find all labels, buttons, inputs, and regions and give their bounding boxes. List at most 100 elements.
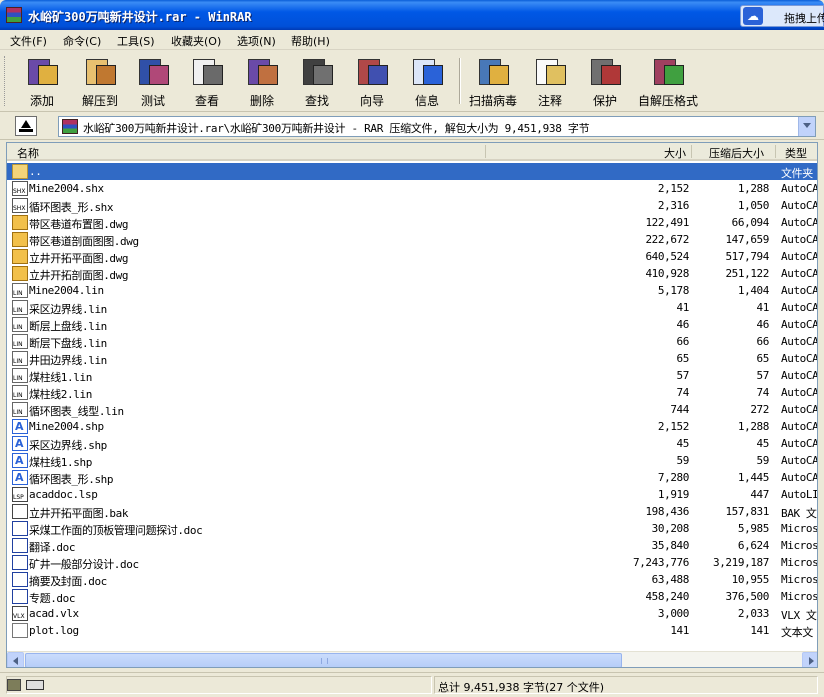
file-list[interactable]: 名称 大小 压缩后大小 类型 .. 文件夹 SHX Mine2004.shx 2,152… <box>6 142 818 668</box>
sfx-button[interactable]: 自解压格式 <box>634 53 702 109</box>
table-row[interactable]: LIN 循环图表_线型.lin 744 272 AutoCA <box>7 401 817 418</box>
drive-icon[interactable] <box>7 679 21 691</box>
table-row[interactable]: A 循环图表_形.shp 7,280 1,445 AutoCA <box>7 469 817 486</box>
delete-button[interactable]: 删除 <box>236 53 288 109</box>
lin-file-icon: LIN <box>12 300 28 315</box>
toolbar-grip[interactable] <box>4 56 7 106</box>
file-name: 采区边界线.shp <box>29 439 107 452</box>
find-button[interactable]: 查找 <box>291 53 343 109</box>
comment-button[interactable]: 注释 <box>524 53 576 109</box>
table-row[interactable]: LIN 断层下盘线.lin 66 66 AutoCA <box>7 333 817 350</box>
protect-button[interactable]: 保护 <box>579 53 631 109</box>
table-row[interactable]: LIN 断层上盘线.lin 46 46 AutoCA <box>7 316 817 333</box>
table-row[interactable]: SHX 循环图表_形.shx 2,316 1,050 AutoCA <box>7 197 817 214</box>
extract-to-button[interactable]: 解压到 <box>72 53 128 109</box>
table-row[interactable]: A 煤柱线1.shp 59 59 AutoCA <box>7 452 818 469</box>
file-icon-tag: LSP <box>13 494 24 501</box>
extract-to-button-label: 解压到 <box>81 94 118 108</box>
table-row[interactable]: 采煤工作面的顶板管理问题探讨.doc 30,208 5,985 Micros <box>7 520 817 537</box>
file-name: 井田边界线.lin <box>29 354 107 367</box>
view-button-label: 查看 <box>194 94 219 108</box>
table-row[interactable]: A 采区边界线.shp 45 45 AutoCA <box>7 435 817 452</box>
window-title: 水峪矿300万吨新井设计.rar - WinRAR <box>28 10 252 24</box>
wizard-button[interactable]: 向导 <box>346 53 398 109</box>
table-row[interactable]: LIN 煤柱线2.lin 74 74 AutoCA <box>7 384 818 401</box>
menu-favorites[interactable]: 收藏夹(O) <box>171 33 221 49</box>
winrar-app-icon[interactable] <box>6 7 22 23</box>
table-row[interactable]: .. 文件夹 <box>7 163 817 180</box>
table-row[interactable]: 矿井一般部分设计.doc 7,243,776 3,219,187 Micros <box>7 554 817 571</box>
file-packed-size: 1,404 <box>737 284 770 297</box>
test-button[interactable]: 测试 <box>127 53 179 109</box>
file-name: 立井开拓平面图.bak <box>29 507 129 520</box>
file-size: 458,240 <box>645 590 689 603</box>
file-packed-size: 1,288 <box>737 182 770 195</box>
file-packed-size: 46 <box>756 318 770 331</box>
view-button[interactable]: 查看 <box>181 53 233 109</box>
table-row[interactable]: VLX acad.vlx 3,000 2,033 VLX 文 <box>7 605 817 622</box>
table-row[interactable]: 立井开拓剖面图.dwg 410,928 251,122 AutoCA <box>7 265 817 282</box>
up-arrow-base <box>19 129 33 132</box>
table-row[interactable]: plot.log 141 141 文本文 <box>7 622 817 639</box>
file-type: AutoCA <box>781 454 818 467</box>
add-button[interactable]: 添加 <box>14 53 70 109</box>
file-size: 410,928 <box>645 267 689 280</box>
key-icon[interactable] <box>26 680 44 690</box>
table-row[interactable]: 立井开拓平面图.bak 198,436 157,831 BAK 文 <box>7 503 817 520</box>
table-row[interactable]: LIN Mine2004.lin 5,178 1,404 AutoCA <box>7 282 817 299</box>
table-row[interactable]: LIN 井田边界线.lin 65 65 AutoCA <box>7 350 817 367</box>
file-name: Mine2004.lin <box>29 284 104 297</box>
info-button[interactable]: 信息 <box>401 53 453 109</box>
file-packed-size: 45 <box>756 437 770 450</box>
horizontal-scrollbar[interactable] <box>7 651 817 667</box>
menu-tools[interactable]: 工具(S) <box>117 33 155 49</box>
table-row[interactable]: LSP acaddoc.lsp 1,919 447 AutoLI <box>7 486 817 503</box>
file-icon-tag: LIN <box>13 324 23 331</box>
chevron-down-icon <box>803 123 811 128</box>
table-row[interactable]: 专题.doc 458,240 376,500 Micros <box>7 588 817 605</box>
menu-file[interactable]: 文件(F) <box>10 33 47 49</box>
folder-up-icon <box>12 164 28 179</box>
shx-file-icon: SHX <box>12 181 28 196</box>
menu-help[interactable]: 帮助(H) <box>291 33 330 49</box>
column-header-packed[interactable]: 压缩后大小 <box>709 145 764 161</box>
column-divider[interactable] <box>485 145 486 158</box>
wizard-icon <box>352 55 392 91</box>
file-type: AutoCA <box>781 233 818 246</box>
table-row[interactable]: 翻译.doc 35,840 6,624 Micros <box>7 537 817 554</box>
scroll-left-button[interactable] <box>7 652 24 667</box>
table-row[interactable]: LIN 煤柱线1.lin 57 57 AutoCA <box>7 367 817 384</box>
up-one-level-button[interactable] <box>15 116 37 136</box>
address-dropdown-button[interactable] <box>798 117 815 136</box>
file-size: 45 <box>676 437 690 450</box>
file-icon-tag: LIN <box>13 307 23 314</box>
column-header-type[interactable]: 类型 <box>785 145 807 161</box>
file-type: AutoCA <box>781 386 818 399</box>
file-name: acad.vlx <box>29 607 79 620</box>
table-row[interactable]: 带区巷道剖面图图.dwg 222,672 147,659 AutoCA <box>7 231 818 248</box>
table-row[interactable]: 立井开拓平面图.dwg 640,524 517,794 AutoCA <box>7 248 817 265</box>
file-size: 198,436 <box>645 505 689 518</box>
scrollbar-thumb[interactable] <box>25 653 622 667</box>
column-divider[interactable] <box>775 145 776 158</box>
address-combo[interactable]: 水峪矿300万吨新井设计.rar\水峪矿300万吨新井设计 - RAR 压缩文件… <box>58 116 816 137</box>
address-bar: 水峪矿300万吨新井设计.rar\水峪矿300万吨新井设计 - RAR 压缩文件… <box>0 113 824 140</box>
upload-extension-button[interactable]: ☁ 拖拽上传 <box>740 5 824 27</box>
column-header-size[interactable]: 大小 <box>664 145 686 161</box>
title-bar[interactable]: 水峪矿300万吨新井设计.rar - WinRAR ☁ 拖拽上传 <box>0 0 824 30</box>
file-size: 122,491 <box>645 216 689 229</box>
column-header-name[interactable]: 名称 <box>17 145 39 161</box>
font-glyph: A <box>15 420 24 433</box>
toolbar: 添加 解压到 测试 查看 删除 查找 向导 信息 扫描病毒 注释 保护 自解压格… <box>0 50 824 112</box>
scroll-right-button[interactable] <box>802 652 817 667</box>
table-row[interactable]: LIN 采区边界线.lin 41 41 AutoCA <box>7 299 817 316</box>
table-row[interactable]: A Mine2004.shp 2,152 1,288 AutoCA <box>7 418 817 435</box>
file-name: 翻译.doc <box>29 541 76 554</box>
menu-commands[interactable]: 命令(C) <box>63 33 101 49</box>
column-divider[interactable] <box>691 145 692 158</box>
menu-options[interactable]: 选项(N) <box>237 33 276 49</box>
table-row[interactable]: 带区巷道布置图.dwg 122,491 66,094 AutoCA <box>7 214 817 231</box>
table-row[interactable]: SHX Mine2004.shx 2,152 1,288 AutoCA <box>7 180 817 197</box>
virus-scan-button[interactable]: 扫描病毒 <box>465 53 521 109</box>
table-row[interactable]: 摘要及封面.doc 63,488 10,955 Micros <box>7 571 817 588</box>
